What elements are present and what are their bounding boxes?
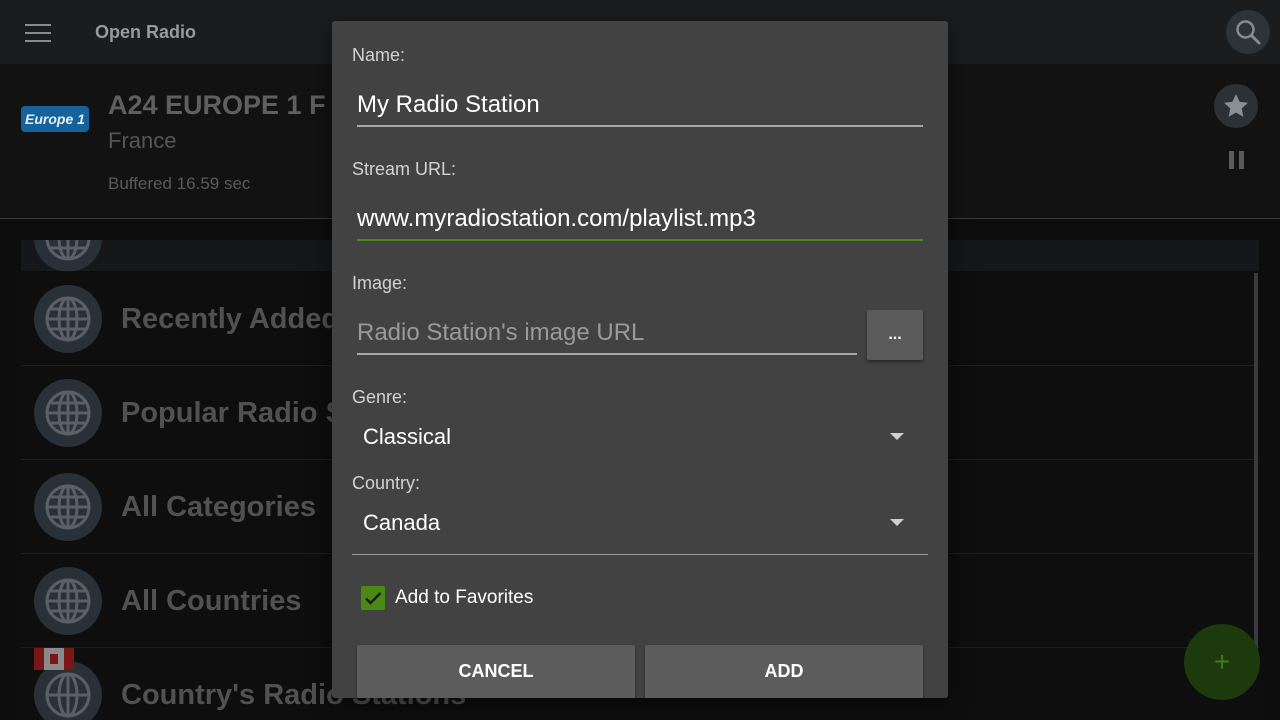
list-item-label: All Countries <box>121 585 302 617</box>
globe-icon <box>34 567 102 635</box>
genre-dropdown[interactable]: Classical <box>363 416 923 456</box>
genre-value: Classical <box>363 424 452 449</box>
stream-url-label: Stream URL: <box>352 159 457 179</box>
search-button[interactable] <box>1226 10 1270 54</box>
favorite-button[interactable] <box>1214 84 1258 128</box>
name-input[interactable] <box>357 85 923 127</box>
favorites-label[interactable]: Add to Favorites <box>395 587 533 609</box>
list-item-label: All Categories <box>121 491 316 523</box>
check-icon <box>365 592 382 605</box>
pause-icon[interactable] <box>1229 151 1245 169</box>
cancel-button[interactable]: CANCEL <box>357 645 635 698</box>
search-icon <box>1236 20 1261 45</box>
divider <box>352 554 928 555</box>
plus-icon: + <box>1213 646 1231 677</box>
chevron-down-icon <box>890 519 904 526</box>
globe-icon <box>34 285 102 353</box>
canada-flag-icon <box>34 648 74 670</box>
image-label: Image: <box>352 273 408 293</box>
genre-label: Genre: <box>352 387 408 407</box>
country-dropdown[interactable]: Canada <box>363 502 923 542</box>
menu-icon[interactable] <box>25 24 51 42</box>
name-label: Name: <box>352 45 406 65</box>
browse-image-button[interactable]: ... <box>867 310 923 360</box>
list-item-label: Recently Added <box>121 303 340 335</box>
add-station-fab[interactable]: + <box>1184 624 1260 700</box>
list-item-label: Popular Radio St <box>121 397 355 429</box>
country-value: Canada <box>363 510 441 535</box>
globe-icon <box>34 379 102 447</box>
stream-url-input[interactable] <box>357 199 923 241</box>
station-logo: Europe 1 <box>21 106 89 132</box>
image-url-input[interactable] <box>357 313 857 355</box>
buffer-status: Buffered 16.59 sec <box>108 174 251 193</box>
add-button[interactable]: ADD <box>645 645 923 698</box>
country-label: Country: <box>352 473 421 493</box>
globe-icon <box>34 473 102 541</box>
app-title: Open Radio <box>95 22 197 42</box>
chevron-down-icon <box>890 433 904 440</box>
star-icon <box>1224 94 1248 117</box>
station-title: A24 EUROPE 1 F <box>108 90 326 120</box>
globe-icon <box>34 240 102 271</box>
add-station-dialog: Name: Stream URL: Image: ... Genre: Clas… <box>332 21 948 698</box>
list-scrollbar[interactable] <box>1254 273 1258 653</box>
favorites-checkbox[interactable] <box>361 586 385 610</box>
station-country: France <box>108 128 177 153</box>
